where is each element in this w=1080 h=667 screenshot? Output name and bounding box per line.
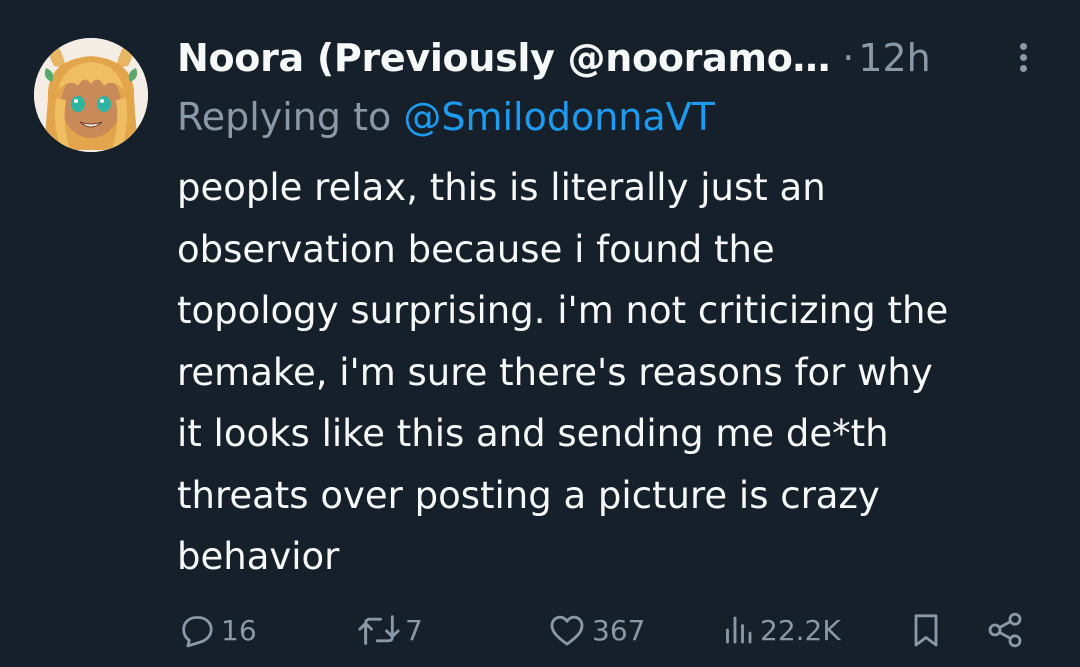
view-count: 22.2K <box>760 613 841 647</box>
repost-icon <box>358 615 400 645</box>
like-icon <box>550 615 584 646</box>
like-count: 367 <box>592 613 646 647</box>
tweet-text-line: behavior <box>177 535 340 578</box>
avatar[interactable] <box>34 38 148 152</box>
repost-count: 7 <box>405 613 423 647</box>
tweet-text-line: threats over posting a picture is crazy <box>177 473 880 517</box>
timestamp[interactable]: 12h <box>858 36 930 80</box>
reply-icon <box>182 616 213 648</box>
tweet-header: Noora (Previously @nooramo… · 12h <box>177 30 977 90</box>
views-icon <box>726 616 752 644</box>
share-button[interactable] <box>984 604 1026 656</box>
action-bar: 16 7 367 22.2K <box>0 604 1080 656</box>
reply-count: 16 <box>221 613 257 647</box>
tweet-text-line: topology surprising. i'm not criticizing… <box>177 289 949 332</box>
display-name[interactable]: Noora (Previously @nooramo… <box>177 36 831 80</box>
avatar-illustration <box>34 38 148 152</box>
bookmark-button[interactable] <box>906 604 946 656</box>
tweet-text-line: it looks like this and sending me de*th <box>177 412 889 455</box>
like-button[interactable]: 367 <box>546 604 645 656</box>
share-icon <box>988 612 1022 648</box>
separator-dot: · <box>842 36 855 80</box>
replying-to-label: Replying to <box>177 95 392 139</box>
replying-to-handle[interactable]: @SmilodonnaVT <box>403 95 715 139</box>
more-icon[interactable] <box>1010 40 1036 80</box>
bookmark-icon <box>914 614 938 647</box>
tweet-text-line: remake, i'm sure there's reasons for why <box>177 350 933 394</box>
tweet-text-line: people relax, this is literally just an <box>177 166 826 209</box>
tweet-text: people relax, this is literally just an … <box>177 157 1057 588</box>
repost-button[interactable]: 7 <box>357 604 423 656</box>
views-button[interactable]: 22.2K <box>720 604 841 656</box>
replying-to: Replying to @SmilodonnaVT <box>177 91 715 143</box>
tweet-text-line: observation because i found the <box>177 227 775 271</box>
reply-button[interactable]: 16 <box>177 604 257 656</box>
